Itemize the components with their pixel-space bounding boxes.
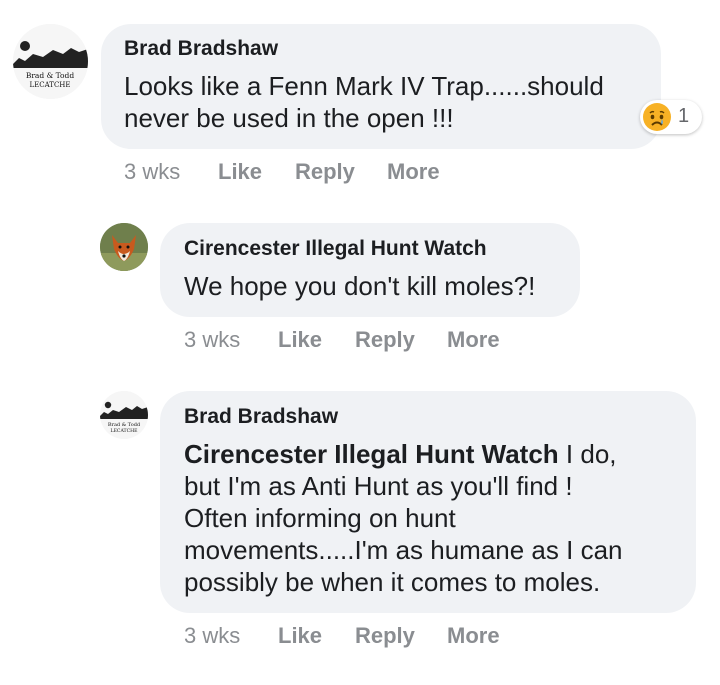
- reply-button[interactable]: Reply: [355, 623, 415, 649]
- svg-text:Brad & Todd: Brad & Todd: [26, 71, 75, 80]
- molecatcher-logo-icon: Brad & Todd LECATCHE: [100, 391, 148, 439]
- comment-author[interactable]: Brad Bradshaw: [124, 37, 278, 61]
- comment-text-line: We hope you don't kill moles?!: [184, 271, 536, 301]
- svg-text:LECATCHE: LECATCHE: [111, 428, 138, 434]
- comment-author[interactable]: Cirencester Illegal Hunt Watch: [184, 237, 487, 261]
- svg-text:Brad & Todd: Brad & Todd: [108, 422, 141, 428]
- more-button[interactable]: More: [387, 159, 440, 185]
- like-button[interactable]: Like: [278, 623, 322, 649]
- fox-avatar-icon: [100, 223, 148, 271]
- avatar[interactable]: [100, 223, 148, 271]
- comment-text-fragment: I do,: [558, 439, 617, 469]
- reply-button[interactable]: Reply: [295, 159, 355, 185]
- like-button[interactable]: Like: [278, 327, 322, 353]
- comment-text-line: movements.....I'm as humane as I can: [184, 535, 623, 565]
- mention-link[interactable]: Cirencester Illegal Hunt Watch: [184, 439, 559, 469]
- comment-timestamp[interactable]: 3 wks: [184, 623, 240, 649]
- comment-text-line: but I'm as Anti Hunt as you'll find !: [184, 471, 573, 501]
- avatar[interactable]: Brad & Todd LECATCHE: [13, 24, 88, 99]
- comment-text-line: Looks like a Fenn Mark IV Trap......shou…: [124, 71, 604, 101]
- avatar[interactable]: Brad & Todd LECATCHE: [100, 391, 148, 439]
- molecatcher-logo-icon: Brad & Todd LECATCHE: [13, 24, 88, 99]
- comment-text-line: Cirencester Illegal Hunt Watch I do,: [184, 438, 622, 470]
- reaction-count: 1: [678, 105, 690, 127]
- comment-text: Looks like a Fenn Mark IV Trap......shou…: [124, 70, 604, 134]
- comment-timestamp[interactable]: 3 wks: [124, 159, 180, 185]
- like-button[interactable]: Like: [218, 159, 262, 185]
- comment-text-line: never be used in the open !!!: [124, 103, 454, 133]
- comment-text: Cirencester Illegal Hunt Watch I do, but…: [184, 438, 622, 598]
- comment-text-line: Often informing on hunt: [184, 503, 456, 533]
- comment-thread: Brad & Todd LECATCHE Brad Bradshaw Looks…: [0, 0, 720, 685]
- comment-timestamp[interactable]: 3 wks: [184, 327, 240, 353]
- more-button[interactable]: More: [447, 623, 500, 649]
- comment-author[interactable]: Brad Bradshaw: [184, 405, 338, 429]
- reply-button[interactable]: Reply: [355, 327, 415, 353]
- sad-face-reaction-icon: [643, 103, 671, 131]
- more-button[interactable]: More: [447, 327, 500, 353]
- reaction-badge[interactable]: 1: [640, 100, 702, 134]
- svg-text:LECATCHE: LECATCHE: [29, 81, 70, 89]
- comment-text-line: possibly be when it comes to moles.: [184, 567, 601, 597]
- comment-text: We hope you don't kill moles?!: [184, 270, 535, 302]
